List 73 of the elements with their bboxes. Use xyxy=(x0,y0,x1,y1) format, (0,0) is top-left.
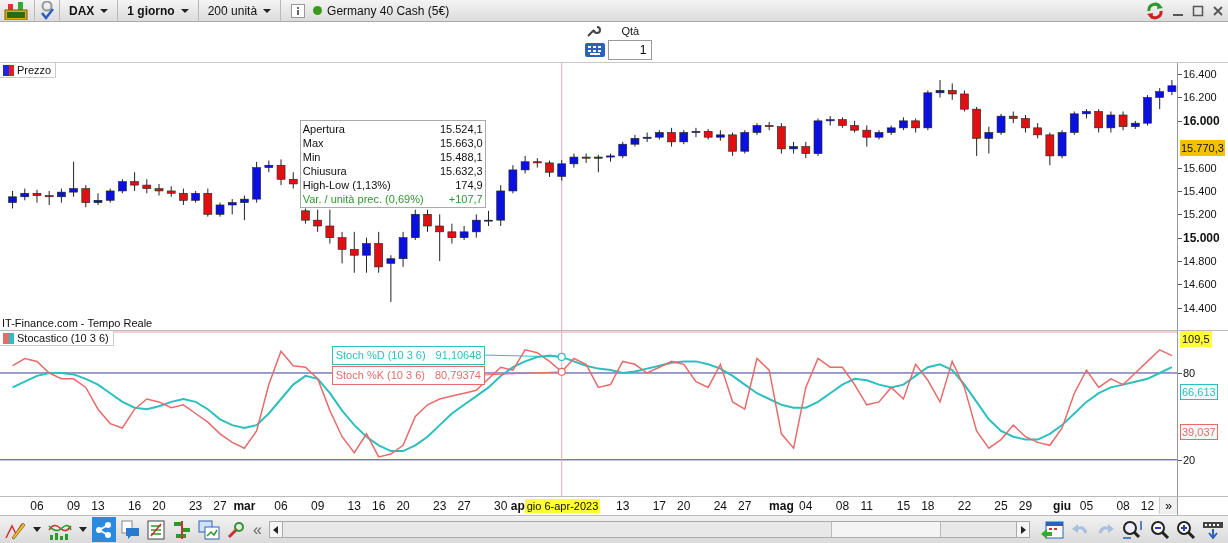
series-value: 91,10648 xyxy=(435,349,482,362)
legend-label: Prezzo xyxy=(17,64,52,76)
series-name: Stoch %D (10 3 6) xyxy=(335,349,426,362)
cursor-date: gio 6-apr-2023 xyxy=(524,499,601,513)
axis-label: 25 xyxy=(994,499,1008,513)
quantity-label: Qtà xyxy=(620,24,641,37)
axis-label: 05 xyxy=(1079,499,1094,513)
axis-label: 20 xyxy=(677,499,691,513)
axis-label: 80 xyxy=(1178,364,1196,381)
axis-label: 15.400 xyxy=(1178,182,1217,199)
axis-label: 09 xyxy=(66,499,81,513)
series-value: 80,79374 xyxy=(435,369,481,382)
axis-label: 20 xyxy=(396,499,410,513)
axis-label: 20 xyxy=(152,499,166,513)
series-name: Stoch %K (10 3 6) xyxy=(335,369,425,382)
axis-label: 16 xyxy=(127,499,142,513)
axis-label: 15.200 xyxy=(1178,206,1217,223)
axis-label: 17 xyxy=(652,499,666,513)
axis-label: mag xyxy=(769,499,794,513)
axis-label: 13 xyxy=(616,499,630,513)
axis-label: 13 xyxy=(347,499,361,513)
tooltip-label: High-Low (1,13%) xyxy=(302,178,391,192)
tooltip-value: 174,9 xyxy=(455,178,483,192)
tooltip-label: Chiusura xyxy=(302,164,347,178)
axis-label: 16.400 xyxy=(1178,66,1217,83)
axis-label: 14.400 xyxy=(1178,299,1217,316)
axis-label: 13 xyxy=(91,499,105,513)
axis-label: 09 xyxy=(310,499,325,513)
tooltip-label: Min xyxy=(302,150,321,164)
axis-label: 27 xyxy=(457,499,471,513)
tooltip-label: Var. / unità prec. (0,69%) xyxy=(302,192,424,206)
axis-label: 29 xyxy=(1018,499,1033,513)
axis-label: 24 xyxy=(713,499,728,513)
tooltip-value: 15.632,3 xyxy=(439,164,483,178)
axis-label: 06 xyxy=(30,499,44,513)
axis-label: 16 xyxy=(372,499,386,513)
axis-label: 14.800 xyxy=(1178,253,1217,270)
value-badge: 66,613 xyxy=(1180,384,1218,401)
axis-label: 27 xyxy=(738,499,752,513)
axis-label: 06 xyxy=(274,499,288,513)
value-badge: 39,037 xyxy=(1180,424,1218,441)
value-badge: 109,5 xyxy=(1180,331,1212,347)
axis-label: 04 xyxy=(799,499,813,513)
axis-label: 15.000 xyxy=(1178,229,1220,246)
axis-label: 08 xyxy=(835,499,850,513)
axis-label: 16.000 xyxy=(1178,112,1220,129)
axis-label: 23 xyxy=(433,499,447,513)
tooltip-value: 15.488,1 xyxy=(439,150,483,164)
axis-label: 11 xyxy=(860,499,874,513)
tooltip-label: Max xyxy=(302,136,324,150)
price-badge: 15.770,3 xyxy=(1180,139,1225,156)
tooltip-value: 15.524,1 xyxy=(439,122,483,136)
axis-label: 15 xyxy=(896,499,911,513)
axis-label: mar xyxy=(233,499,256,513)
axis-label: 08 xyxy=(1116,499,1130,513)
axis-label: ap xyxy=(510,499,525,513)
legend-label: Stocastico (10 3 6) xyxy=(17,332,109,344)
axis-label: 12 xyxy=(1140,499,1155,513)
axis-label: 20 xyxy=(1178,451,1196,468)
market-name: Germany 40 Cash (5€) xyxy=(327,3,450,18)
axis-label: 22 xyxy=(957,499,972,513)
axis-label: 16.200 xyxy=(1178,89,1217,106)
axis-label: 15.600 xyxy=(1178,159,1217,176)
axis-label: 27 xyxy=(213,499,227,513)
tooltip-value: 15.663,0 xyxy=(439,136,483,150)
axis-label: 30 xyxy=(494,499,508,513)
tooltip-label: Apertura xyxy=(302,122,345,136)
axis-label: giu xyxy=(1053,499,1072,513)
tooltip-value: +107,7 xyxy=(448,192,483,206)
axis-label: 18 xyxy=(921,499,935,513)
axis-label: 14.600 xyxy=(1178,276,1217,293)
data-source-label: IT-Finance.com - Tempo Reale xyxy=(2,317,153,329)
axis-label: 23 xyxy=(188,499,203,513)
